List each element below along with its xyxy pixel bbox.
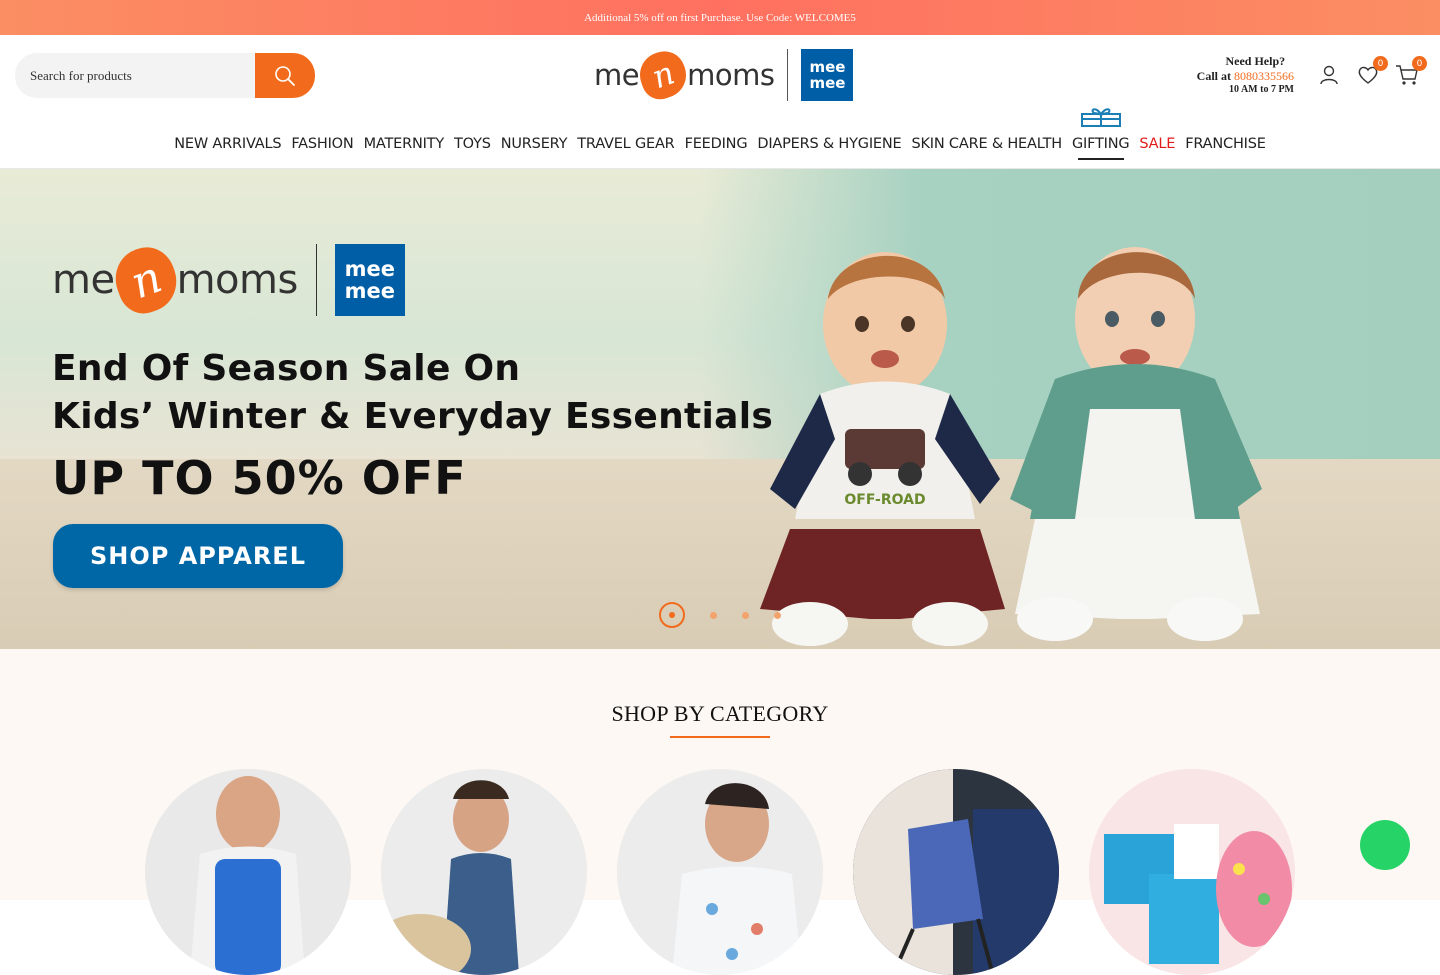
baby-left-image: OFF-ROAD bbox=[760, 252, 1005, 646]
site-logo[interactable]: me n moms mee mee bbox=[594, 45, 854, 105]
category-image-2 bbox=[381, 780, 519, 975]
hero-logo: me n moms mee mee bbox=[52, 239, 405, 321]
hero-logo-wordmark: me n moms bbox=[52, 239, 299, 321]
wishlist-button[interactable]: 0 bbox=[1355, 56, 1388, 88]
nav-gifting[interactable]: GIFTING bbox=[1071, 108, 1130, 168]
nav-sale[interactable]: SALE bbox=[1139, 136, 1175, 168]
hero-logo-divider bbox=[315, 244, 317, 316]
category-image-4 bbox=[853, 769, 1059, 975]
meemee-logo: mee mee bbox=[801, 49, 854, 101]
hero-logo-me: me bbox=[52, 257, 115, 303]
slider-dot-3[interactable] bbox=[742, 611, 749, 619]
wishlist-count: 0 bbox=[1373, 56, 1388, 71]
logo-divider bbox=[787, 49, 789, 101]
nav-travel-gear[interactable]: TRAVEL GEAR bbox=[577, 136, 674, 168]
logo-n: n bbox=[633, 45, 693, 105]
help-phone[interactable]: 8080335566 bbox=[1234, 69, 1294, 83]
nav-new-arrivals[interactable]: NEW ARRIVALS bbox=[174, 136, 281, 168]
category-item-4[interactable] bbox=[853, 769, 1059, 975]
baby-shirt-text: OFF-ROAD bbox=[844, 492, 925, 508]
shop-apparel-button[interactable]: SHOP APPAREL bbox=[53, 524, 343, 588]
slider-dot-4[interactable] bbox=[774, 611, 781, 619]
nav-nursery[interactable]: NURSERY bbox=[501, 136, 568, 168]
help-call-label: Call at bbox=[1196, 69, 1234, 83]
search-bar bbox=[15, 53, 315, 98]
logo-wordmark: me n moms bbox=[594, 45, 775, 105]
category-image-3 bbox=[672, 783, 802, 975]
help-block: Need Help? Call at 8080335566 10 AM to 7… bbox=[1197, 54, 1294, 95]
meemee-bottom: mee bbox=[809, 74, 846, 92]
slider-dot-1[interactable] bbox=[659, 602, 685, 628]
nav-toys[interactable]: TOYS bbox=[454, 136, 491, 168]
category-image-1 bbox=[190, 776, 305, 975]
account-button[interactable] bbox=[1316, 62, 1342, 88]
nav-skin-care-health[interactable]: SKIN CARE & HEALTH bbox=[911, 136, 1062, 168]
category-title-underline bbox=[670, 736, 770, 738]
help-call: Call at 8080335566 bbox=[1197, 69, 1294, 84]
search-button[interactable] bbox=[255, 53, 315, 98]
announcement-bar: Additional 5% off on first Purchase. Use… bbox=[0, 0, 1440, 35]
category-item-5[interactable] bbox=[1089, 769, 1295, 975]
logo-me: me bbox=[594, 58, 640, 92]
chat-button[interactable] bbox=[1360, 820, 1410, 870]
nav-gifting-label: GIFTING bbox=[1071, 136, 1130, 152]
nav-diapers-hygiene[interactable]: DIAPERS & HYGIENE bbox=[757, 136, 901, 168]
slider-dots bbox=[659, 602, 806, 628]
hero-headline-line1: End Of Season Sale On bbox=[52, 348, 521, 389]
help-title: Need Help? bbox=[1225, 54, 1286, 68]
help-hours: 10 AM to 7 PM bbox=[1229, 84, 1294, 95]
category-item-1[interactable] bbox=[145, 769, 351, 975]
nav-maternity[interactable]: MATERNITY bbox=[364, 136, 445, 168]
nav-franchise[interactable]: FRANCHISE bbox=[1185, 136, 1266, 168]
hero-meemee-bottom: mee bbox=[344, 279, 396, 303]
search-icon bbox=[275, 65, 295, 86]
hero-headline-line2: Kids’ Winter & Everyday Essentials bbox=[52, 396, 774, 437]
category-item-3[interactable] bbox=[617, 769, 823, 975]
hero-meemee-logo: mee mee bbox=[334, 244, 405, 316]
hero-logo-moms: moms bbox=[176, 257, 299, 303]
cart-count: 0 bbox=[1412, 56, 1427, 71]
gift-icon bbox=[1080, 108, 1121, 127]
hero-logo-n: n bbox=[106, 239, 185, 321]
logo-moms: moms bbox=[687, 58, 775, 92]
slider-dot-2[interactable] bbox=[710, 611, 717, 619]
announcement-text: Additional 5% off on first Purchase. Use… bbox=[584, 11, 856, 24]
nav-feeding[interactable]: FEEDING bbox=[685, 136, 748, 168]
hero-headline: End Of Season Sale On Kids’ Winter & Eve… bbox=[52, 345, 773, 441]
hero-banner[interactable]: OFF-ROAD me n moms mee mee End Of Season… bbox=[0, 169, 1440, 649]
category-section-title: SHOP BY CATEGORY bbox=[611, 701, 829, 726]
cart-button[interactable]: 0 bbox=[1394, 56, 1427, 88]
shop-by-category: SHOP BY CATEGORY bbox=[0, 649, 1440, 975]
hero-meemee-top: mee bbox=[344, 257, 396, 281]
search-input[interactable] bbox=[15, 53, 255, 98]
user-icon bbox=[1320, 65, 1338, 85]
header: me n moms mee mee Need Help? Call at 808… bbox=[0, 35, 1440, 115]
hero-offer: UP TO 50% OFF bbox=[52, 451, 467, 505]
category-image-5 bbox=[1104, 824, 1292, 964]
nav-fashion[interactable]: FASHION bbox=[291, 136, 353, 168]
meemee-top: mee bbox=[809, 58, 846, 76]
category-item-2[interactable] bbox=[381, 769, 587, 975]
baby-right-image bbox=[1010, 247, 1262, 641]
main-nav: NEW ARRIVALS FASHION MATERNITY TOYS NURS… bbox=[0, 108, 1440, 169]
